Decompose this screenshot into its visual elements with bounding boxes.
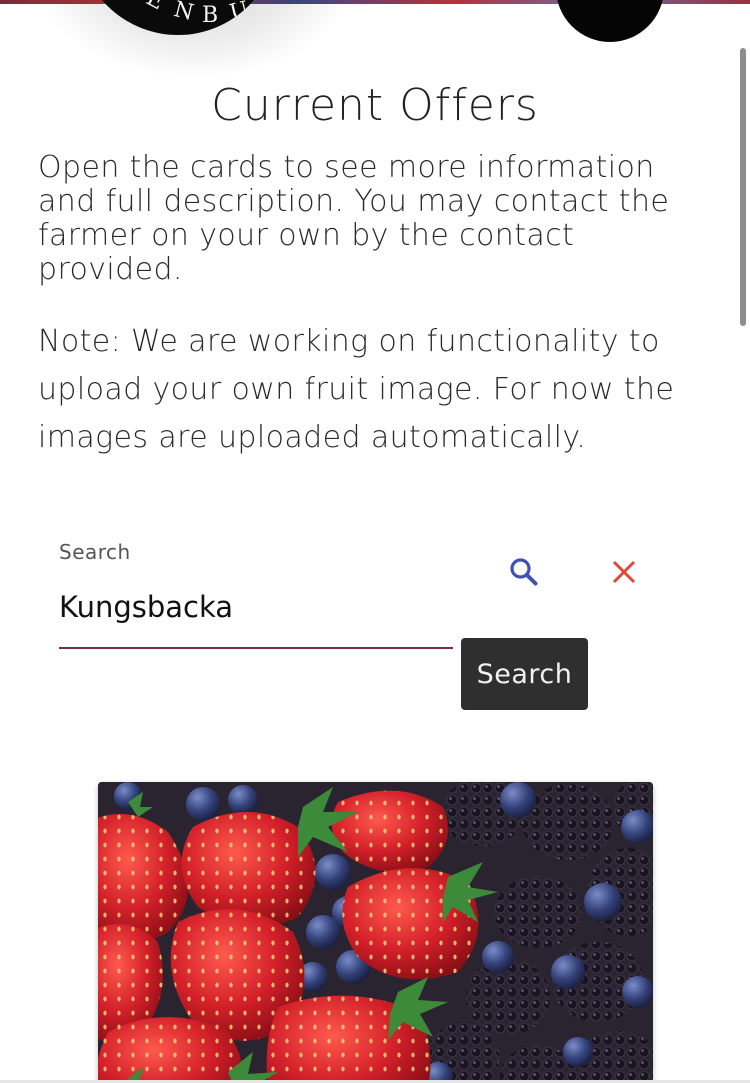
page-title: Current Offers xyxy=(211,80,539,131)
menu-button[interactable] xyxy=(556,0,664,42)
search-button[interactable]: Search xyxy=(461,638,588,710)
page: E N B U Current Offers Open the cards to… xyxy=(0,0,750,1083)
note-text: Note: We are working on functionality to… xyxy=(38,324,675,455)
search-input-underline xyxy=(59,647,453,649)
offer-card-image xyxy=(98,782,653,1083)
logo-letter: N xyxy=(171,0,196,26)
close-icon[interactable] xyxy=(610,558,638,586)
search-icon[interactable] xyxy=(508,556,540,588)
search-field-label: Search xyxy=(59,540,131,564)
logo-letter: E xyxy=(142,0,168,16)
search-input[interactable] xyxy=(59,584,451,630)
logo-letter: B xyxy=(202,3,219,28)
offer-card[interactable] xyxy=(98,782,653,1083)
intro-text: Open the cards to see more information a… xyxy=(38,150,670,287)
